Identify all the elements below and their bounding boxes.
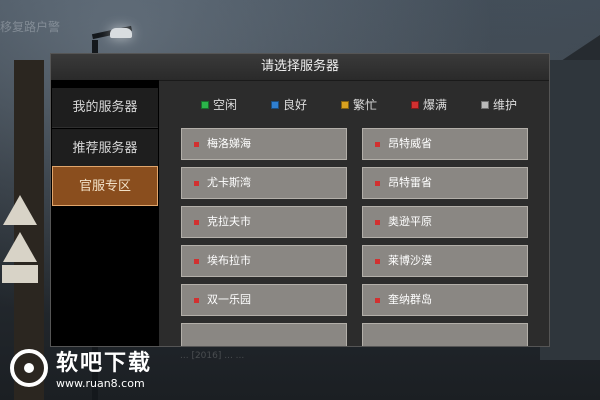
dialog-title: 请选择服务器 [51,54,549,81]
server-name: 克拉夫市 [207,215,251,228]
server-button[interactable]: 尤卡斯湾 [181,167,347,199]
server-status-icon [375,220,380,225]
server-name: 双一乐园 [207,293,251,306]
background-text: 移复路户警 [0,20,61,34]
legend-dot-good [271,100,279,109]
sign-plate [2,265,38,283]
server-name: 昂特雷省 [388,176,432,189]
server-status-icon [194,142,199,147]
watermark-brand: 软吧下载 [56,351,153,376]
server-button[interactable]: 奎纳群岛 [362,284,528,316]
server-button[interactable]: 昂特雷省 [362,167,528,199]
legend-dot-busy [341,100,349,109]
server-status-icon [194,259,199,264]
legend-item-busy: 繁忙 [341,96,377,113]
watermark: 软吧下载 www.ruan8.com [10,345,152,390]
street-lamp-icon [110,28,132,38]
server-button-partial[interactable] [362,323,528,346]
server-button[interactable]: 克拉夫市 [181,206,347,238]
server-button[interactable]: 莱博沙漠 [362,245,528,277]
server-button[interactable]: 双一乐园 [181,284,347,316]
background-footer-text: ... [2016] ... ... [180,351,245,361]
server-name: 奎纳群岛 [388,293,432,306]
legend-dot-idle [201,100,209,109]
server-name: 昂特威省 [388,137,432,150]
server-status-icon [375,259,380,264]
server-name: 埃布拉市 [207,254,251,267]
server-name: 莱博沙漠 [388,254,432,267]
server-status-icon [194,298,199,303]
server-select-dialog: 请选择服务器 我的服务器 推荐服务器 官服专区 空闲 良好 繁忙 爆满 维护 梅… [50,53,550,347]
tab-official-servers[interactable]: 官服专区 [52,166,158,206]
server-name: 梅洛娣海 [207,137,251,150]
server-button-partial[interactable] [181,323,347,346]
server-status-icon [375,298,380,303]
watermark-url: www.ruan8.com [56,377,145,390]
server-status-icon [375,142,380,147]
tab-my-servers[interactable]: 我的服务器 [52,88,158,128]
warning-sign-icon [3,195,37,225]
server-name: 尤卡斯湾 [207,176,251,189]
server-status-icon [194,220,199,225]
legend-item-maintenance: 维护 [481,96,517,113]
ruan8-logo-icon [10,348,48,387]
legend-item-good: 良好 [271,96,307,113]
status-legend: 空闲 良好 繁忙 爆满 维护 [161,96,549,112]
legend-dot-maintenance [481,100,489,109]
server-button[interactable]: 埃布拉市 [181,245,347,277]
server-button[interactable]: 昂特威省 [362,128,528,160]
deer-sign-icon [3,232,37,262]
server-list-panel: 空闲 良好 繁忙 爆满 维护 梅洛娣海 昂特威省尤卡斯湾 昂特雷省克拉夫市 奥逊平原埃… [161,80,549,346]
legend-dot-full [411,100,419,109]
legend-item-idle: 空闲 [201,96,237,113]
server-status-icon [375,181,380,186]
server-button[interactable]: 奥逊平原 [362,206,528,238]
server-status-icon [194,181,199,186]
server-button[interactable]: 梅洛娣海 [181,128,347,160]
legend-item-full: 爆满 [411,96,447,113]
server-name: 奥逊平原 [388,215,432,228]
server-category-sidebar: 我的服务器 推荐服务器 官服专区 [51,80,159,346]
tab-recommended-servers[interactable]: 推荐服务器 [52,129,158,169]
